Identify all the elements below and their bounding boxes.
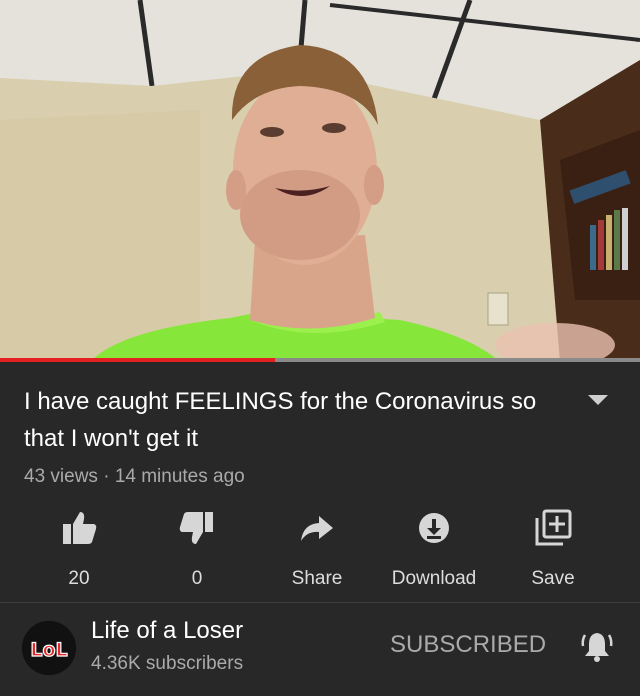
video-title: I have caught FEELINGS for the Coronavir… <box>24 388 537 452</box>
chevron-down-icon[interactable] <box>586 393 610 407</box>
thumbs-up-icon <box>63 512 97 544</box>
add-to-playlist-icon <box>535 509 572 546</box>
share-icon <box>301 516 333 541</box>
subscriber-count: 4.36K subscribers <box>91 653 244 674</box>
like-button[interactable]: 20 <box>24 508 134 590</box>
download-button[interactable]: Download <box>379 508 489 590</box>
download-icon <box>419 513 449 543</box>
video-info-panel: I have caught FEELINGS for the Coronavir… <box>0 362 640 696</box>
notification-bell-icon[interactable] <box>581 629 613 663</box>
video-player[interactable] <box>0 0 640 362</box>
meta-separator: · <box>103 466 110 487</box>
like-count: 20 <box>68 568 90 589</box>
dislike-count: 0 <box>191 568 203 589</box>
lol-logo-icon: LoL <box>22 621 76 675</box>
share-label: Share <box>291 568 343 589</box>
share-button[interactable]: Share <box>262 508 372 590</box>
dislike-button[interactable]: 0 <box>142 508 252 590</box>
download-label: Download <box>391 568 477 589</box>
subscribed-button[interactable]: SUBSCRIBED <box>390 631 546 659</box>
video-frame <box>0 0 640 362</box>
upload-time: 14 minutes ago <box>114 466 245 487</box>
action-bar: 20 0 Share Download Save <box>0 508 640 590</box>
save-label: Save <box>531 568 575 589</box>
svg-text:LoL: LoL <box>30 639 67 661</box>
channel-name[interactable]: Life of a Loser <box>91 617 243 645</box>
channel-row: LoL Life of a Loser 4.36K subscribers SU… <box>0 603 640 696</box>
thumbs-down-icon <box>179 512 213 544</box>
video-meta: 43 views · 14 minutes ago <box>24 466 245 488</box>
view-count: 43 views <box>24 466 98 487</box>
channel-avatar[interactable]: LoL <box>22 621 76 675</box>
save-button[interactable]: Save <box>498 508 608 590</box>
